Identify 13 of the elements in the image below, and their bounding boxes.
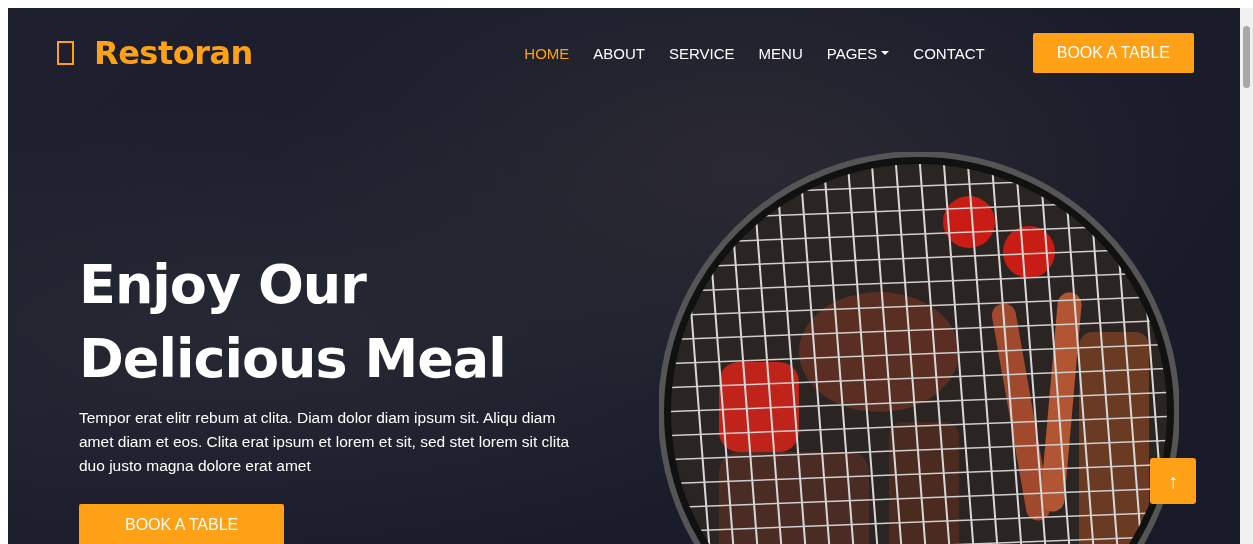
scrollbar-thumb[interactable] (1243, 26, 1250, 88)
hero-heading: Enjoy Our Delicious Meal (79, 252, 507, 392)
logo-icon (57, 41, 74, 65)
brand-name[interactable]: Restoran (94, 34, 253, 72)
nav-link[interactable]: SERVICE (669, 44, 735, 62)
caret-icon (881, 51, 890, 55)
nav-link[interactable]: ABOUT (593, 44, 645, 62)
scrollbar[interactable] (1240, 8, 1253, 544)
nav-link[interactable]: CONTACT (913, 44, 985, 62)
nav-link[interactable]: PAGES (826, 44, 890, 62)
hero-text: Tempor erat elitr rebum at clita. Diam dolor diam ipsum sit. Aliqu diam amet diam et eos. Clita erat ipsum et lorem et sit, sed stet lorem sit clita duo justo magna dolore erat amet (79, 408, 571, 476)
nav-link[interactable]: HOME (524, 44, 570, 62)
nav-link[interactable]: MENU (758, 44, 803, 62)
